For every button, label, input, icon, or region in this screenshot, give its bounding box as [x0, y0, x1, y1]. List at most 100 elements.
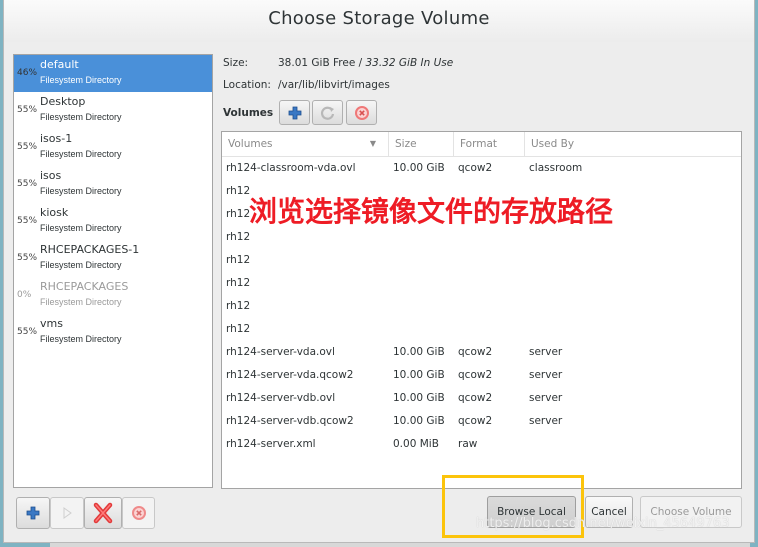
pool-list-item[interactable]: 55% RHCEPACKAGES-1 Filesystem Directory [14, 240, 212, 277]
volume-name: rh124-server-vdb.qcow2 [226, 415, 354, 427]
volumes-table-header: Volumes ▼ Size Format Used By [222, 132, 741, 157]
volumes-table[interactable]: Volumes ▼ Size Format Used By rh124-clas… [221, 131, 742, 489]
pool-list-item[interactable]: 55% Desktop Filesystem Directory [14, 92, 212, 129]
pool-usage-percent: 55% [17, 179, 38, 189]
volume-row[interactable]: rh12 [222, 295, 741, 318]
pool-name: isos-1 [40, 132, 73, 145]
add-pool-button[interactable] [16, 497, 50, 529]
red-x-icon [93, 502, 113, 524]
volume-row[interactable]: rh124-classroom-vda.ovl 10.00 GiB qcow2 cla… [222, 157, 741, 180]
size-in-use: 33.32 GiB In Use [365, 57, 454, 69]
sort-descending-icon: ▼ [369, 139, 376, 148]
location-value: /var/lib/libvirt/images [278, 79, 390, 91]
size-free: 38.01 GiB Free / [278, 57, 366, 69]
watermark: https://blog.csdn.net/weixin_45649763 [476, 516, 730, 531]
pool-type: Filesystem Directory [40, 334, 122, 344]
volume-name: rh12 [226, 323, 251, 335]
plus-icon [288, 106, 301, 119]
volume-used-by: classroom [529, 162, 583, 174]
pool-usage-percent: 55% [17, 216, 38, 226]
delete-volume-button[interactable] [346, 100, 377, 125]
size-value: 38.01 GiB Free / 33.32 GiB In Use [278, 57, 453, 69]
column-header-used-by[interactable]: Used By [525, 132, 741, 156]
volume-name: rh124-classroom-vda.ovl [226, 162, 356, 174]
pool-usage-percent: 55% [17, 253, 38, 263]
volume-name: rh12 [226, 277, 251, 289]
volume-size: 10.00 GiB [393, 346, 445, 358]
pool-list-item[interactable]: 55% isos-1 Filesystem Directory [14, 129, 212, 166]
volume-size: 10.00 GiB [393, 162, 445, 174]
annotation-caption: 浏览选择镜像文件的存放路径 [249, 195, 614, 228]
volume-row[interactable]: rh124-server-vda.ovl 10.00 GiB qcow2 server [222, 341, 741, 364]
column-header-size[interactable]: Size [389, 132, 454, 156]
start-pool-button[interactable] [50, 497, 84, 529]
volume-format: qcow2 [458, 162, 493, 174]
pool-name: isos [40, 169, 62, 182]
pool-usage-percent: 46% [17, 68, 38, 78]
volume-size: 10.00 GiB [393, 392, 445, 404]
stop-pool-button[interactable] [122, 497, 155, 529]
pool-type: Filesystem Directory [40, 75, 122, 85]
volume-format: qcow2 [458, 369, 493, 381]
volume-row[interactable]: rh12 [222, 249, 741, 272]
volume-name: rh12 [226, 254, 251, 266]
size-label: Size: [223, 57, 249, 69]
pool-name: kiosk [40, 206, 69, 219]
column-header-format[interactable]: Format [454, 132, 525, 156]
volume-size: 0.00 MiB [393, 438, 439, 450]
volume-format: qcow2 [458, 415, 493, 427]
volume-name: rh124-server-vda.ovl [226, 346, 335, 358]
volume-format: qcow2 [458, 392, 493, 404]
pool-type: Filesystem Directory [40, 260, 122, 270]
pool-name: Desktop [40, 95, 86, 108]
column-header-volumes[interactable]: Volumes ▼ [222, 132, 389, 156]
volume-used-by: server [529, 415, 563, 427]
volume-row[interactable]: rh12 [222, 272, 741, 295]
add-volume-button[interactable] [279, 100, 310, 125]
pool-name: RHCEPACKAGES [40, 280, 129, 293]
pool-type: Filesystem Directory [40, 186, 122, 196]
title-bar: Choose Storage Volume [4, 0, 754, 42]
pool-name: vms [40, 317, 63, 330]
volume-name: rh124-server.xml [226, 438, 316, 450]
pool-usage-percent: 55% [17, 105, 38, 115]
pool-type: Filesystem Directory [40, 297, 122, 307]
volume-name: rh124-server-vda.qcow2 [226, 369, 354, 381]
pool-name: RHCEPACKAGES-1 [40, 243, 140, 256]
refresh-volumes-button[interactable] [312, 100, 343, 125]
refresh-icon [320, 106, 334, 120]
volume-row[interactable]: rh124-server-vdb.qcow2 10.00 GiB qcow2 serv… [222, 410, 741, 433]
volume-row[interactable]: rh124-server-vda.qcow2 10.00 GiB qcow2 serv… [222, 364, 741, 387]
pool-list-item[interactable]: 55% isos Filesystem Directory [14, 166, 212, 203]
pool-usage-percent: 55% [17, 327, 38, 337]
stop-icon [131, 506, 146, 520]
pool-usage-percent: 0% [17, 290, 32, 300]
volume-used-by: server [529, 392, 563, 404]
pool-list-item[interactable]: 55% vms Filesystem Directory [14, 314, 212, 351]
volume-name: rh12 [226, 185, 251, 197]
pool-list-item[interactable]: 46% default Filesystem Directory [14, 55, 212, 92]
pool-type: Filesystem Directory [40, 223, 122, 233]
play-icon [63, 507, 72, 519]
pool-list-item[interactable]: 0% RHCEPACKAGES Filesystem Directory [14, 277, 212, 314]
stop-delete-icon [354, 105, 369, 120]
volume-used-by: server [529, 369, 563, 381]
pool-list-item[interactable]: 55% kiosk Filesystem Directory [14, 203, 212, 240]
volume-format: qcow2 [458, 346, 493, 358]
pool-name: default [40, 58, 79, 71]
volume-row[interactable]: rh124-server-vdb.ovl 10.00 GiB qcow2 server [222, 387, 741, 410]
volume-size: 10.00 GiB [393, 369, 445, 381]
storage-pool-list[interactable]: 46% default Filesystem Directory 55% Desktop… [13, 54, 213, 488]
volume-used-by: server [529, 346, 563, 358]
pool-type: Filesystem Directory [40, 112, 122, 122]
volumes-label: Volumes [223, 107, 274, 119]
volume-name: rh124-server-vdb.ovl [226, 392, 336, 404]
volume-row[interactable]: rh12 [222, 318, 741, 341]
location-label: Location: [223, 79, 271, 91]
volume-row[interactable]: rh124-server.xml 0.00 MiB raw [222, 433, 741, 456]
pool-type: Filesystem Directory [40, 149, 122, 159]
volume-name: rh12 [226, 300, 251, 312]
delete-pool-button[interactable] [84, 497, 122, 529]
volume-size: 10.00 GiB [393, 415, 445, 427]
volume-name: rh12 [226, 231, 251, 243]
